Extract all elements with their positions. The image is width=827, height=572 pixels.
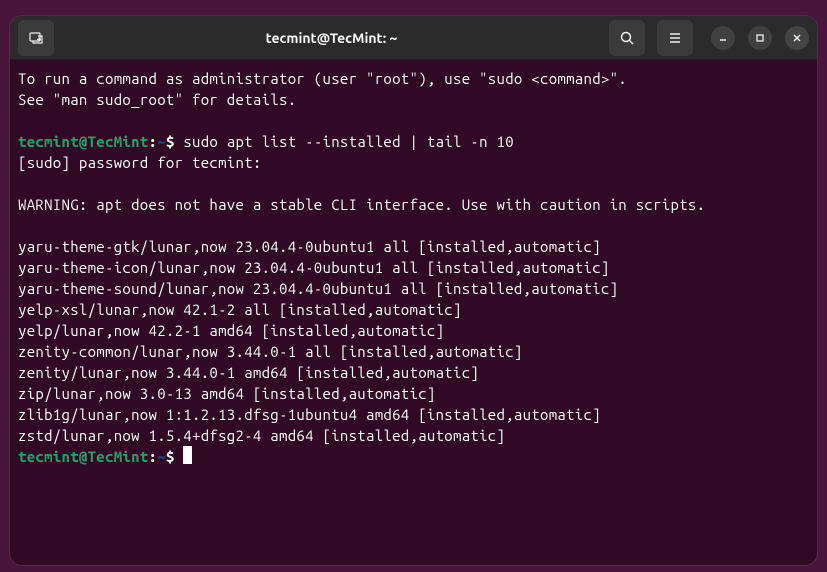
minimize-button[interactable] — [711, 26, 735, 50]
menu-button[interactable] — [657, 20, 693, 56]
minimize-icon — [718, 33, 728, 43]
close-button[interactable] — [785, 26, 809, 50]
titlebar-right — [609, 20, 809, 56]
prompt-path: ~ — [157, 133, 166, 150]
cursor — [183, 446, 192, 464]
terminal-line: yaru-theme-gtk/lunar,now 23.04.4-0ubuntu… — [18, 236, 809, 257]
search-button[interactable] — [609, 20, 645, 56]
terminal-line: [sudo] password for tecmint: — [18, 152, 809, 173]
maximize-icon — [755, 33, 765, 43]
terminal-body[interactable]: To run a command as administrator (user … — [10, 60, 817, 475]
prompt-colon: : — [149, 448, 158, 465]
window-title: tecmint@TecMint: ~ — [54, 30, 609, 46]
new-tab-icon — [28, 30, 44, 46]
window-controls — [711, 26, 809, 50]
prompt-path: ~ — [157, 448, 166, 465]
prompt-dollar: $ — [166, 133, 175, 150]
terminal-line: zip/lunar,now 3.0-13 amd64 [installed,au… — [18, 383, 809, 404]
prompt-user-host: tecmint@TecMint — [18, 133, 149, 150]
titlebar: tecmint@TecMint: ~ — [10, 16, 817, 60]
prompt-dollar: $ — [166, 448, 175, 465]
terminal-line: zlib1g/lunar,now 1:1.2.13.dfsg-1ubuntu4 … — [18, 404, 809, 425]
terminal-line: zenity-common/lunar,now 3.44.0-1 all [in… — [18, 341, 809, 362]
terminal-prompt-line: tecmint@TecMint:~$ sudo apt list --insta… — [18, 131, 809, 152]
new-tab-button[interactable] — [18, 20, 54, 56]
close-icon — [792, 33, 802, 43]
terminal-line: To run a command as administrator (user … — [18, 68, 809, 89]
search-icon — [619, 30, 635, 46]
terminal-line: zstd/lunar,now 1.5.4+dfsg2-4 amd64 [inst… — [18, 425, 809, 446]
hamburger-icon — [667, 30, 683, 46]
terminal-line — [18, 215, 809, 236]
terminal-prompt-line: tecmint@TecMint:~$ — [18, 446, 809, 467]
terminal-line: yaru-theme-sound/lunar,now 23.04.4-0ubun… — [18, 278, 809, 299]
terminal-line: yelp-xsl/lunar,now 42.1-2 all [installed… — [18, 299, 809, 320]
maximize-button[interactable] — [748, 26, 772, 50]
terminal-line — [18, 173, 809, 194]
terminal-window: tecmint@TecMint: ~ — [10, 16, 817, 565]
command-text: sudo apt list --installed | tail -n 10 — [175, 133, 514, 150]
terminal-line — [18, 110, 809, 131]
titlebar-left — [18, 20, 54, 56]
terminal-line: zenity/lunar,now 3.44.0-1 amd64 [install… — [18, 362, 809, 383]
terminal-line: yaru-theme-icon/lunar,now 23.04.4-0ubunt… — [18, 257, 809, 278]
terminal-line: See "man sudo_root" for details. — [18, 89, 809, 110]
prompt-colon: : — [149, 133, 158, 150]
prompt-user-host: tecmint@TecMint — [18, 448, 149, 465]
terminal-line: WARNING: apt does not have a stable CLI … — [18, 194, 809, 215]
terminal-line: yelp/lunar,now 42.2-1 amd64 [installed,a… — [18, 320, 809, 341]
